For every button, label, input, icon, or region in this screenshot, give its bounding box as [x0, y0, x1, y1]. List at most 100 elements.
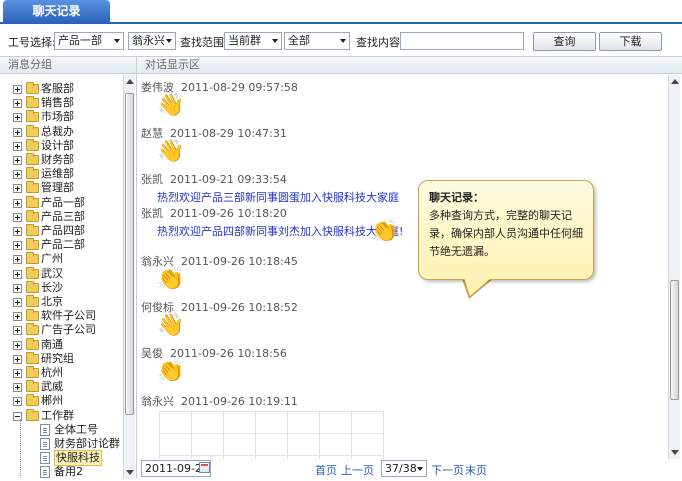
clap-emoji-icon: 👏 — [371, 219, 399, 244]
expand-icon[interactable] — [13, 369, 22, 378]
range-select-value: 当前群 — [228, 34, 261, 47]
expand-icon[interactable] — [13, 255, 22, 265]
tab-chat-records[interactable]: 聊天记录 — [3, 0, 110, 23]
tree-child-label: 财务部讨论群 — [54, 437, 120, 450]
chat-panel-header: 对话显示区 — [137, 56, 682, 74]
folder-icon — [26, 238, 39, 251]
message-time: 2011-09-21 09:33:54 — [170, 173, 287, 186]
prev-page-link[interactable]: 上一页 — [341, 462, 374, 478]
scope-select[interactable]: 全部 — [284, 32, 350, 50]
expand-icon[interactable] — [13, 198, 22, 208]
expand-icon[interactable] — [13, 141, 22, 151]
folder-icon — [26, 96, 39, 109]
pager-bar: 2011-09-26 首页 上一页 37/38 下一页 末页 — [137, 459, 682, 479]
range-select[interactable]: 当前群 — [224, 32, 282, 50]
folder-icon — [26, 252, 39, 265]
folder-icon — [26, 224, 39, 236]
expand-icon[interactable] — [13, 298, 22, 307]
tree-group-label: 产品三部 — [41, 209, 85, 223]
document-icon — [40, 466, 50, 479]
expand-icon[interactable] — [13, 241, 22, 251]
scroll-down-icon[interactable] — [671, 450, 679, 455]
chevron-down-icon — [114, 39, 120, 43]
first-page-link[interactable]: 首页 — [315, 462, 337, 478]
folder-icon — [26, 181, 39, 194]
tree-group-label: 设计部 — [41, 138, 74, 152]
scroll-down-icon[interactable] — [126, 470, 134, 475]
message-time: 2011-09-26 10:18:20 — [170, 207, 287, 220]
expand-icon[interactable] — [13, 170, 22, 180]
id-select-label: 工号选择: — [8, 36, 56, 49]
scroll-up-icon[interactable] — [671, 79, 679, 84]
tree-branch-line — [20, 418, 21, 476]
search-content-input[interactable] — [400, 32, 524, 50]
message-sender: 翁永兴 — [141, 395, 174, 408]
tree-child-label: 快服科技 — [54, 450, 102, 467]
document-icon — [40, 423, 50, 436]
next-page-link[interactable]: 下一页 — [431, 462, 464, 478]
expand-icon[interactable] — [13, 383, 22, 393]
callout-body: 多种查询方式，完整的聊天记录，确保内部人员沟通中任何细节绝无遗漏。 — [429, 209, 583, 258]
callout-title: 聊天记录： — [429, 191, 484, 204]
department-select[interactable]: 产品一部 — [54, 32, 124, 50]
folder-icon — [26, 138, 39, 151]
department-select-value: 产品一部 — [58, 34, 102, 47]
message-time: 2011-09-26 10:18:52 — [181, 301, 298, 314]
expand-icon[interactable] — [13, 397, 22, 407]
folder-icon — [26, 394, 39, 407]
expand-icon[interactable] — [13, 354, 22, 364]
calendar-icon[interactable] — [199, 462, 210, 473]
query-button[interactable]: 查询 — [533, 32, 596, 51]
folder-icon — [26, 295, 39, 307]
expand-icon[interactable] — [13, 85, 22, 94]
folder-icon — [26, 266, 39, 279]
wave-emoji-icon: 👋 — [157, 93, 185, 118]
person-select-value: 翁永兴 — [132, 34, 165, 47]
tree-group-label: 产品一部 — [41, 195, 85, 209]
message-time: 2011-08-29 09:57:58 — [181, 81, 298, 94]
folder-icon — [26, 366, 39, 378]
folder-icon — [26, 167, 39, 180]
last-page-link[interactable]: 末页 — [465, 462, 487, 478]
expand-icon[interactable] — [13, 184, 22, 194]
page-select[interactable]: 37/38 — [381, 460, 427, 477]
expand-icon[interactable] — [13, 283, 22, 293]
grid-cell — [191, 433, 224, 456]
chat-scrollbar[interactable] — [668, 75, 680, 459]
scroll-up-icon[interactable] — [126, 79, 134, 84]
grid-cell — [319, 411, 352, 434]
tree-group-label: 郴州 — [41, 394, 63, 408]
tree-group-label: 长沙 — [41, 280, 63, 294]
expand-icon[interactable] — [13, 312, 22, 322]
chevron-down-icon — [272, 39, 278, 43]
message-time: 2011-09-26 10:18:56 — [170, 347, 287, 360]
person-select[interactable]: 翁永兴 — [128, 32, 176, 50]
tree-group-label: 软件子公司 — [41, 309, 96, 323]
expand-icon[interactable] — [13, 156, 22, 165]
page-select-value: 37/38 — [385, 462, 417, 475]
clap-emoji-icon: 👏 — [157, 359, 185, 384]
folder-icon — [26, 153, 39, 165]
expand-icon[interactable] — [13, 212, 22, 222]
folder-icon — [26, 82, 39, 94]
search-toolbar: 工号选择: 产品一部 翁永兴 查找范围: 当前群 全部 查找内容: 查询 下载 — [0, 28, 682, 54]
expand-icon[interactable] — [13, 269, 22, 279]
expand-icon[interactable] — [13, 227, 22, 236]
callout-bubble: 聊天记录： 多种查询方式，完整的聊天记录，确保内部人员沟通中任何细节绝无遗漏。 — [418, 180, 594, 280]
folder-icon — [26, 309, 39, 322]
folder-icon — [26, 280, 39, 293]
tree-group-label: 广州 — [41, 252, 63, 266]
folder-icon — [26, 351, 39, 364]
expand-icon[interactable] — [13, 113, 22, 123]
download-button[interactable]: 下载 — [599, 32, 662, 51]
expand-icon[interactable] — [13, 340, 22, 350]
expand-icon[interactable] — [13, 99, 22, 109]
tree-scroll-thumb[interactable] — [125, 93, 134, 415]
tree-scrollbar[interactable] — [123, 75, 135, 479]
chat-scroll-thumb[interactable] — [670, 280, 679, 400]
expand-icon[interactable] — [13, 127, 22, 137]
message-sender: 张凯 — [141, 173, 163, 186]
message-text: 热烈欢迎产品四部新同事刘杰加入快服科技大家庭! — [157, 225, 404, 238]
expand-icon[interactable] — [13, 326, 22, 336]
wave-emoji-icon: 👋 — [157, 313, 185, 338]
